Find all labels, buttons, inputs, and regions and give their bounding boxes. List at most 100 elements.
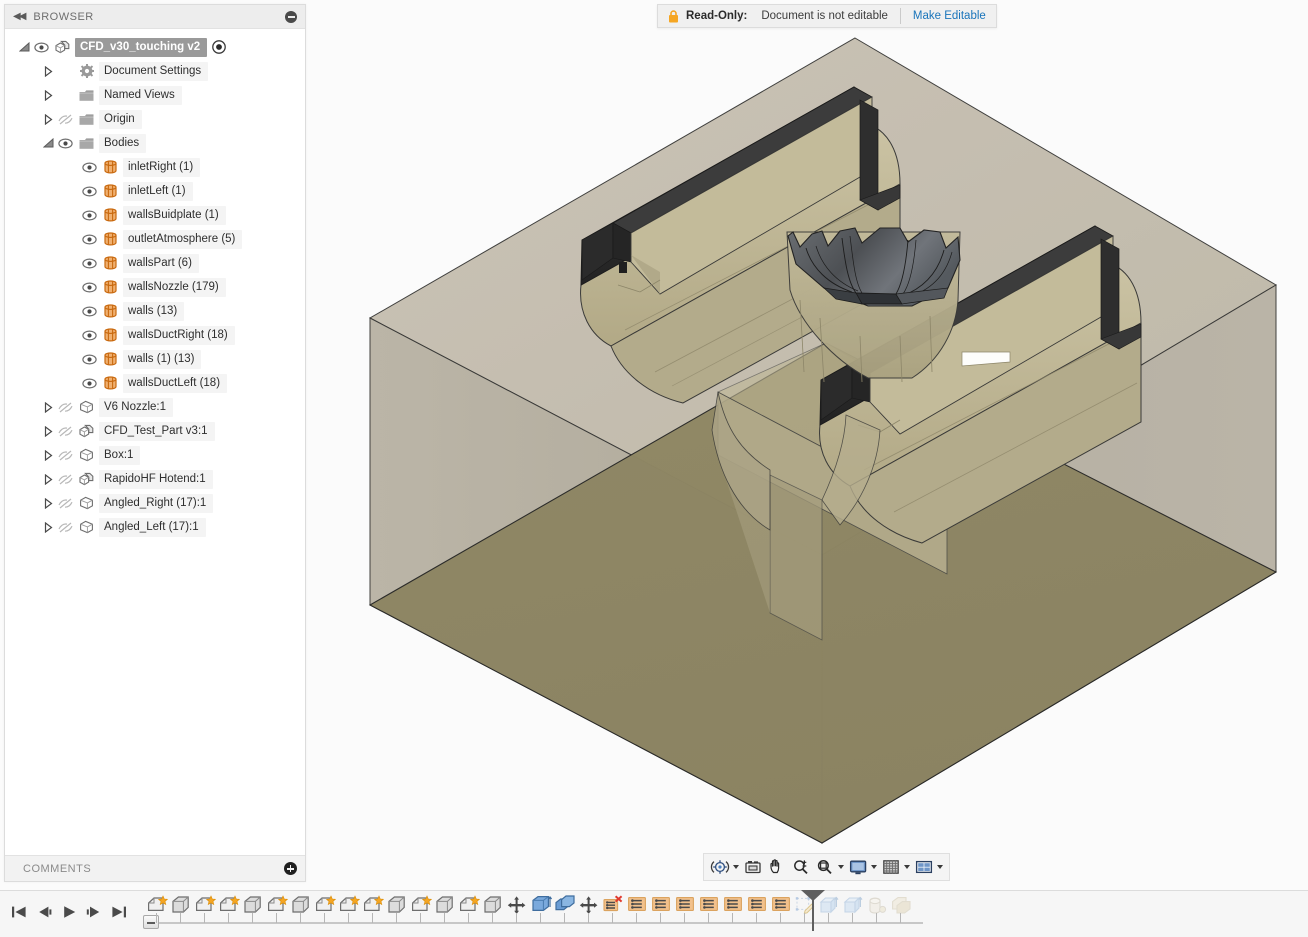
eye-hidden-icon[interactable] — [55, 395, 76, 419]
collapse-left-arrows-icon[interactable]: ◀◀ — [13, 11, 26, 22]
activate-component-radio[interactable] — [212, 40, 227, 54]
make-editable-link[interactable]: Make Editable — [913, 10, 986, 22]
eye-visible-icon[interactable] — [79, 251, 100, 275]
expander-collapsed-icon[interactable] — [41, 419, 55, 443]
timeline-feature-extrude-ghost[interactable] — [841, 894, 865, 918]
tree-item-bodies[interactable]: Bodies — [5, 131, 305, 155]
eye-visible-icon[interactable] — [79, 227, 100, 251]
timeline-feature-named-group[interactable] — [769, 894, 793, 918]
expander-collapsed-icon[interactable] — [41, 59, 55, 83]
chevron-down-icon[interactable] — [937, 865, 943, 869]
chevron-down-icon[interactable] — [871, 865, 877, 869]
timeline-feature-sketch-new[interactable] — [337, 894, 361, 918]
tree-item-rapidohf-hotend-1[interactable]: RapidoHF Hotend:1 — [5, 467, 305, 491]
tree-item-wallsnozzle-179[interactable]: wallsNozzle (179) — [5, 275, 305, 299]
expander-collapsed-icon[interactable] — [41, 395, 55, 419]
minus-circle-icon[interactable] — [285, 10, 297, 23]
timeline-feature-extrude-ghost[interactable] — [817, 894, 841, 918]
timeline-feature-move[interactable] — [577, 894, 601, 918]
tree-item-cfd-test-part-v3-1[interactable]: CFD_Test_Part v3:1 — [5, 419, 305, 443]
browser-tree[interactable]: CFD_v30_touching v2 Document Settings Name… — [5, 29, 305, 855]
timeline-feature-revolve-ghost[interactable] — [865, 894, 889, 918]
eye-visible-icon[interactable] — [79, 155, 100, 179]
timeline-feature-sketch-new[interactable] — [145, 894, 169, 918]
expander-collapsed-icon[interactable] — [41, 467, 55, 491]
comments-panel[interactable]: COMMENTS — [5, 855, 305, 881]
look-at-button[interactable] — [741, 855, 765, 879]
tree-item-wallsductright-18[interactable]: wallsDuctRight (18) — [5, 323, 305, 347]
timeline-feature-sketch-new[interactable] — [457, 894, 481, 918]
tree-item-cfd-v30-touching-v2[interactable]: CFD_v30_touching v2 — [5, 35, 305, 59]
eye-hidden-icon[interactable] — [55, 107, 76, 131]
timeline-feature-combine-blue-2[interactable] — [553, 894, 577, 918]
eye-hidden-icon[interactable] — [55, 419, 76, 443]
plus-circle-icon[interactable] — [284, 862, 297, 875]
timeline-feature-combine-ghost[interactable] — [889, 894, 913, 918]
tree-item-wallsductleft-18[interactable]: wallsDuctLeft (18) — [5, 371, 305, 395]
expander-expanded-icon[interactable] — [17, 35, 31, 59]
zoom-fit-button[interactable] — [813, 855, 846, 879]
chevron-down-icon[interactable] — [838, 865, 844, 869]
timeline-playhead[interactable] — [801, 890, 825, 931]
timeline-feature-combine-blue[interactable] — [529, 894, 553, 918]
tree-item-outletatmosphere-5[interactable]: outletAtmosphere (5) — [5, 227, 305, 251]
tree-item-inletright-1[interactable]: inletRight (1) — [5, 155, 305, 179]
timeline-feature-named-group[interactable] — [649, 894, 673, 918]
timeline-feature-named-group-error[interactable] — [601, 894, 625, 918]
eye-visible-icon[interactable] — [55, 131, 76, 155]
eye-hidden-icon[interactable] — [55, 443, 76, 467]
eye-hidden-icon[interactable] — [55, 515, 76, 539]
tree-item-named-views[interactable]: Named Views — [5, 83, 305, 107]
timeline-feature-sketch-new[interactable] — [193, 894, 217, 918]
grid-snaps-button[interactable] — [879, 855, 912, 879]
tree-item-angled-right-17-1[interactable]: Angled_Right (17):1 — [5, 491, 305, 515]
timeline-feature-named-group[interactable] — [721, 894, 745, 918]
tree-item-wallsbuidplate-1[interactable]: wallsBuidplate (1) — [5, 203, 305, 227]
tree-item-origin[interactable]: Origin — [5, 107, 305, 131]
jump-to-beginning-button[interactable] — [6, 899, 31, 925]
eye-visible-icon[interactable] — [79, 323, 100, 347]
timeline-feature-sketch-new[interactable] — [217, 894, 241, 918]
timeline-track[interactable] — [138, 890, 1308, 937]
timeline-feature-named-group[interactable] — [673, 894, 697, 918]
timeline-feature-extrude[interactable] — [481, 894, 505, 918]
tree-item-walls-1-13[interactable]: walls (1) (13) — [5, 347, 305, 371]
step-forward-button[interactable] — [81, 899, 106, 925]
eye-hidden-icon[interactable] — [55, 467, 76, 491]
timeline-feature-sketch-new[interactable] — [313, 894, 337, 918]
expander-collapsed-icon[interactable] — [41, 107, 55, 131]
expander-collapsed-icon[interactable] — [41, 83, 55, 107]
pan-hand-button[interactable] — [765, 855, 789, 879]
timeline-feature-sketch-new[interactable] — [361, 894, 385, 918]
expander-collapsed-icon[interactable] — [41, 515, 55, 539]
eye-visible-icon[interactable] — [79, 275, 100, 299]
timeline-feature-extrude[interactable] — [433, 894, 457, 918]
jump-to-end-button[interactable] — [106, 899, 131, 925]
timeline-feature-extrude[interactable] — [241, 894, 265, 918]
eye-visible-icon[interactable] — [79, 179, 100, 203]
eye-visible-icon[interactable] — [31, 35, 52, 59]
timeline-feature-named-group[interactable] — [745, 894, 769, 918]
timeline-feature-extrude[interactable] — [289, 894, 313, 918]
step-backward-button[interactable] — [31, 899, 56, 925]
eye-visible-icon[interactable] — [79, 347, 100, 371]
tree-item-inletleft-1[interactable]: inletLeft (1) — [5, 179, 305, 203]
expander-expanded-icon[interactable] — [41, 131, 55, 155]
chevron-down-icon[interactable] — [733, 865, 739, 869]
display-settings-monitor-button[interactable] — [846, 855, 879, 879]
play-button[interactable] — [56, 899, 81, 925]
tree-item-angled-left-17-1[interactable]: Angled_Left (17):1 — [5, 515, 305, 539]
viewports-grid-button[interactable] — [912, 855, 945, 879]
timeline-feature-extrude[interactable] — [169, 894, 193, 918]
tree-item-walls-13[interactable]: walls (13) — [5, 299, 305, 323]
expander-collapsed-icon[interactable] — [41, 443, 55, 467]
eye-visible-icon[interactable] — [79, 371, 100, 395]
timeline-feature-named-group[interactable] — [697, 894, 721, 918]
tree-item-box-1[interactable]: Box:1 — [5, 443, 305, 467]
timeline-feature-move[interactable] — [505, 894, 529, 918]
timeline-feature-sketch-new[interactable] — [265, 894, 289, 918]
tree-item-wallspart-6[interactable]: wallsPart (6) — [5, 251, 305, 275]
timeline-feature-sketch-new[interactable] — [409, 894, 433, 918]
tree-item-v6-nozzle-1[interactable]: V6 Nozzle:1 — [5, 395, 305, 419]
eye-visible-icon[interactable] — [79, 299, 100, 323]
